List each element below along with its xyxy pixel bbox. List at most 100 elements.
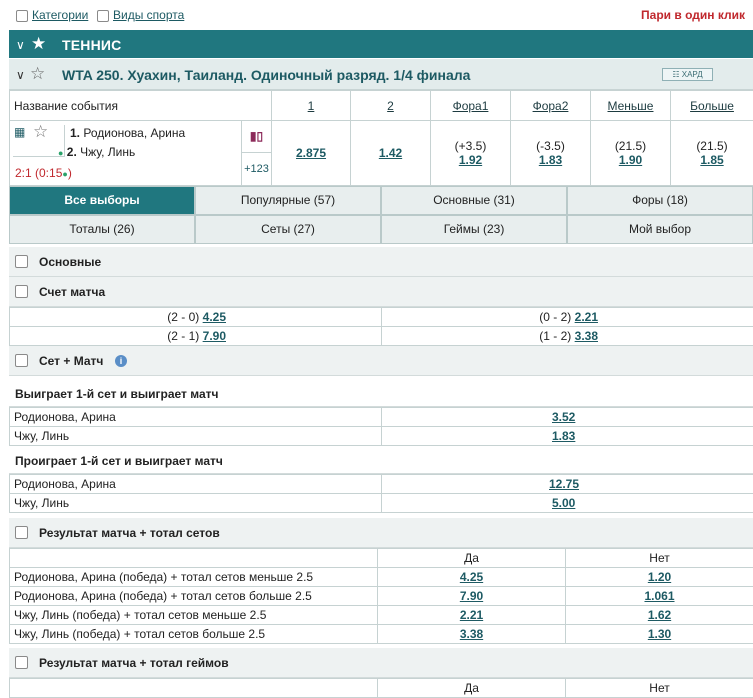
section-checkbox[interactable] — [15, 285, 28, 298]
scoreboard-icon[interactable]: ▦ — [14, 125, 25, 139]
player-name: Чжу, Линь — [10, 494, 382, 513]
event-sheet: ∨ ★ ТЕННИС ∨ ☆ WTA 250. Хуахин, Таиланд.… — [9, 30, 753, 698]
event-extra: ▮▯ +123 — [242, 121, 272, 186]
stats-icon[interactable]: ▮▯ — [242, 121, 271, 153]
odds-cell[interactable]: 1.83 — [382, 427, 753, 446]
categories-link[interactable]: Категории — [32, 8, 88, 22]
market-name: Чжу, Линь (победа) + тотал сетов меньше … — [10, 606, 378, 625]
section-checkbox[interactable] — [15, 526, 28, 539]
odds-1[interactable]: 2.875 — [272, 121, 351, 186]
chevron-down-icon[interactable]: ∨ — [16, 38, 25, 52]
section-set-match[interactable]: Сет + Матч i — [9, 346, 753, 376]
result-games-table: Да Нет — [9, 678, 753, 698]
section-title: Результат матча + тотал геймов — [39, 656, 229, 670]
section-checkbox[interactable] — [15, 656, 28, 669]
odds-yes[interactable]: 3.38 — [378, 625, 566, 644]
column-header-yes: Да — [378, 549, 566, 568]
odds-cell[interactable]: 12.75 — [382, 475, 753, 494]
tournament-header[interactable]: ∨ ☆ WTA 250. Хуахин, Таиланд. Одиночный … — [9, 59, 753, 90]
score-cell[interactable]: (2 - 0) 4.25 — [10, 308, 382, 327]
column-header-less[interactable]: Меньше — [591, 91, 671, 121]
odds-more[interactable]: (21.5)1.85 — [671, 121, 753, 186]
column-header-fora2[interactable]: Фора2 — [511, 91, 591, 121]
column-header-no: Нет — [566, 549, 753, 568]
section-title: Счет матча — [39, 285, 105, 299]
column-header-fora1[interactable]: Фора1 — [431, 91, 511, 121]
tab-main[interactable]: Основные (31) — [381, 186, 567, 215]
section-checkbox[interactable] — [15, 255, 28, 268]
market-tabs: Все выборы Популярные (57) Основные (31)… — [9, 186, 753, 244]
section-main[interactable]: Основные — [9, 247, 753, 277]
win1-table: Родионова, Арина3.52 Чжу, Линь1.83 — [9, 407, 753, 446]
star-outline-icon[interactable]: ☆ — [33, 122, 48, 142]
odds-no[interactable]: 1.62 — [566, 606, 753, 625]
odds-less[interactable]: (21.5)1.90 — [591, 121, 671, 186]
event-info[interactable]: ▦ ☆ 1. Родионова, Арина ● 2. Чжу, Линь 2… — [10, 121, 242, 186]
odds-2[interactable]: 1.42 — [351, 121, 431, 186]
market-name: Родионова, Арина (победа) + тотал сетов … — [10, 587, 378, 606]
odds-no[interactable]: 1.20 — [566, 568, 753, 587]
live-score: 2:1 (0:15●) — [15, 166, 72, 180]
tab-all[interactable]: Все выборы — [9, 186, 195, 215]
odds-cell[interactable]: 3.52 — [382, 408, 753, 427]
player-name: Чжу, Линь — [10, 427, 382, 446]
market-name: Чжу, Линь (победа) + тотал сетов больше … — [10, 625, 378, 644]
tab-handicaps[interactable]: Форы (18) — [567, 186, 753, 215]
star-outline-icon[interactable]: ☆ — [30, 64, 45, 84]
odds-fora2[interactable]: (-3.5)1.83 — [511, 121, 591, 186]
column-header-no: Нет — [566, 679, 753, 698]
score-cell[interactable]: (0 - 2) 2.21 — [382, 308, 753, 327]
section-result-sets[interactable]: Результат матча + тотал сетов — [9, 518, 753, 548]
market-name: Родионова, Арина (победа) + тотал сетов … — [10, 568, 378, 587]
serve-dot-icon: ● — [58, 148, 63, 158]
section-result-games[interactable]: Результат матча + тотал геймов — [9, 648, 753, 678]
categories-checkbox[interactable] — [16, 10, 28, 22]
info-icon[interactable]: i — [115, 355, 127, 367]
column-header-1[interactable]: 1 — [272, 91, 351, 121]
star-icon[interactable]: ★ — [31, 34, 46, 54]
section-title: Результат матча + тотал сетов — [39, 526, 220, 540]
sports-link[interactable]: Виды спорта — [113, 8, 184, 22]
top-bar: Категории Виды спорта Пари в один клик — [0, 0, 753, 30]
surface-badge: ☷ ХАРД — [662, 68, 713, 81]
section-title: Сет + Матч — [39, 354, 103, 368]
score-cell[interactable]: (1 - 2) 3.38 — [382, 327, 753, 346]
lose1-table: Родионова, Арина12.75 Чжу, Линь5.00 — [9, 474, 753, 513]
sport-title: ТЕННИС — [62, 37, 121, 53]
score-cell[interactable]: (2 - 1) 7.90 — [10, 327, 382, 346]
subsection-win-first-set: Выиграет 1-й сет и выиграет матч — [9, 379, 753, 407]
odds-fora1[interactable]: (+3.5)1.92 — [431, 121, 511, 186]
tab-my-choice[interactable]: Мой выбор — [567, 215, 753, 244]
odds-no[interactable]: 1.061 — [566, 587, 753, 606]
tab-games[interactable]: Геймы (23) — [381, 215, 567, 244]
section-title: Основные — [39, 255, 101, 269]
player-name: Родионова, Арина — [10, 475, 382, 494]
result-sets-table: Да Нет Родионова, Арина (победа) + тотал… — [9, 548, 753, 644]
chevron-down-icon[interactable]: ∨ — [16, 68, 25, 82]
odds-yes[interactable]: 7.90 — [378, 587, 566, 606]
sport-header[interactable]: ∨ ★ ТЕННИС — [9, 30, 753, 59]
subsection-lose-first-set: Проиграет 1-й сет и выиграет матч — [9, 446, 753, 474]
section-score[interactable]: Счет матча — [9, 277, 753, 307]
score-table: (2 - 0) 4.25 (0 - 2) 2.21 (2 - 1) 7.90 (… — [9, 307, 753, 346]
odds-cell[interactable]: 5.00 — [382, 494, 753, 513]
tab-sets[interactable]: Сеты (27) — [195, 215, 381, 244]
player-name: Родионова, Арина — [10, 408, 382, 427]
odds-no[interactable]: 1.30 — [566, 625, 753, 644]
tab-totals[interactable]: Тоталы (26) — [9, 215, 195, 244]
odds-yes[interactable]: 4.25 — [378, 568, 566, 587]
column-header-more[interactable]: Больше — [671, 91, 753, 121]
odds-yes[interactable]: 2.21 — [378, 606, 566, 625]
tab-popular[interactable]: Популярные (57) — [195, 186, 381, 215]
sports-checkbox[interactable] — [97, 10, 109, 22]
player-1: 1. Родионова, Арина — [70, 126, 185, 140]
column-header-2[interactable]: 2 — [351, 91, 431, 121]
column-header-yes: Да — [378, 679, 566, 698]
more-markets-button[interactable]: +123 — [242, 153, 271, 185]
section-checkbox[interactable] — [15, 354, 28, 367]
event-table: Название события 1 2 Фора1 Фора2 Меньше … — [9, 90, 753, 186]
one-click-bet-toggle[interactable]: Пари в один клик — [641, 8, 745, 22]
column-header-event: Название события — [10, 91, 272, 121]
player-2: ● 2. Чжу, Линь — [58, 145, 135, 159]
tournament-title: WTA 250. Хуахин, Таиланд. Одиночный разр… — [62, 67, 470, 83]
